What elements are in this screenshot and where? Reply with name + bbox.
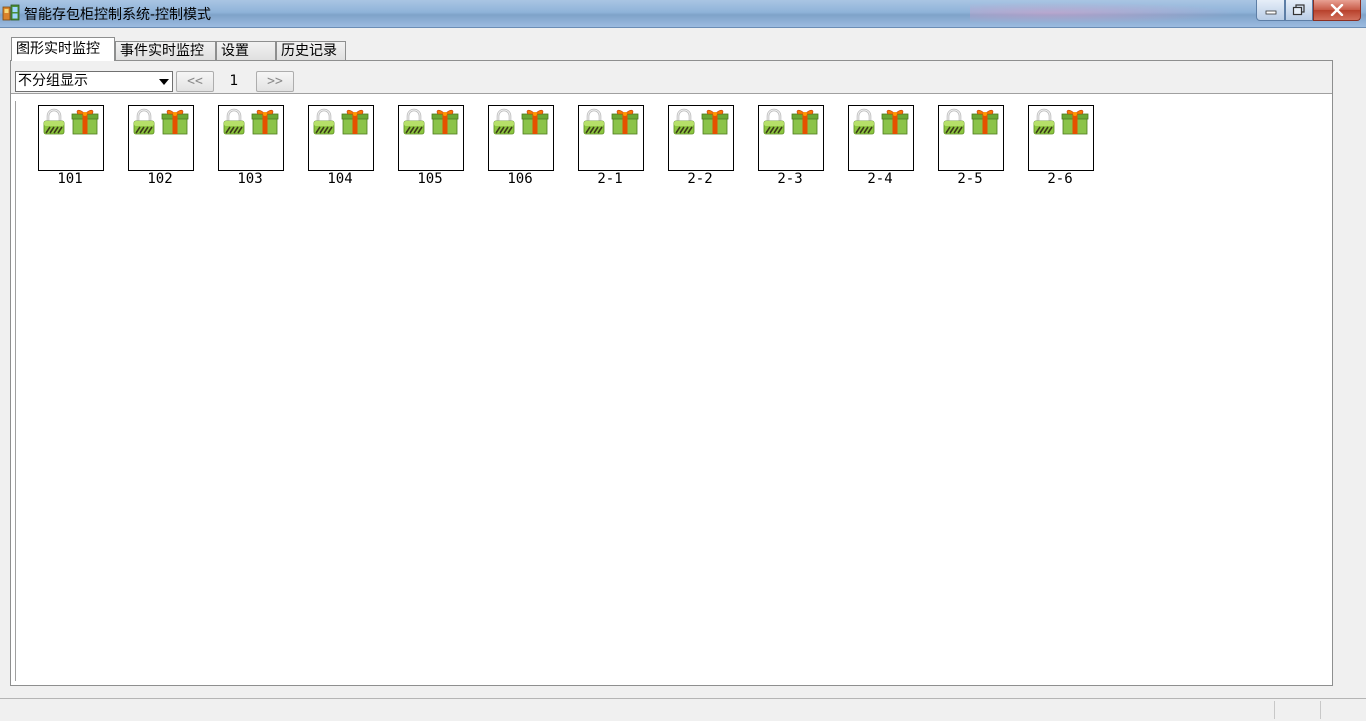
padlock-icon <box>43 108 65 135</box>
padlock-icon <box>493 108 515 135</box>
locker-label: 2-5 <box>957 171 983 187</box>
locker-label: 102 <box>147 171 173 187</box>
gift-box-icon <box>701 109 729 135</box>
locker-box[interactable] <box>758 105 824 171</box>
locker-item[interactable]: 104 <box>308 105 374 189</box>
locker-label: 104 <box>327 171 353 187</box>
locker-box[interactable] <box>38 105 104 171</box>
locker-item[interactable]: 2-3 <box>758 105 824 189</box>
locker-label: 2-2 <box>687 171 713 187</box>
locker-label: 101 <box>57 171 83 187</box>
gift-box-icon <box>1061 109 1089 135</box>
graphic-monitor-panel: 不分组显示 << 1 >> 101 102 103 104 105 106 2-… <box>10 60 1333 686</box>
locker-label: 2-1 <box>597 171 623 187</box>
padlock-icon <box>853 108 875 135</box>
locker-box[interactable] <box>488 105 554 171</box>
padlock-icon <box>763 108 785 135</box>
client-area: 图形实时监控 事件实时监控 设置 历史记录 不分组显示 << 1 >> 101 … <box>0 28 1366 698</box>
locker-box[interactable] <box>848 105 914 171</box>
locker-item[interactable]: 2-4 <box>848 105 914 189</box>
locker-box[interactable] <box>668 105 734 171</box>
status-pane <box>1274 701 1321 719</box>
locker-box[interactable] <box>308 105 374 171</box>
locker-box[interactable] <box>218 105 284 171</box>
locker-label: 2-6 <box>1047 171 1073 187</box>
gift-box-icon <box>791 109 819 135</box>
page-number: 1 <box>229 73 239 89</box>
padlock-icon <box>313 108 335 135</box>
locker-item[interactable]: 2-6 <box>1028 105 1094 189</box>
divider <box>15 101 16 681</box>
status-pane <box>1320 701 1365 719</box>
tab-history[interactable]: 历史记录 <box>276 41 346 60</box>
minimize-icon <box>1265 10 1276 15</box>
gift-box-icon <box>251 109 279 135</box>
minimize-button[interactable] <box>1256 0 1285 21</box>
tab-label: 事件实时监控 <box>120 43 204 59</box>
locker-label: 2-4 <box>867 171 893 187</box>
locker-box[interactable] <box>1028 105 1094 171</box>
locker-item[interactable]: 2-5 <box>938 105 1004 189</box>
locker-item[interactable]: 103 <box>218 105 284 189</box>
gift-box-icon <box>161 109 189 135</box>
padlock-icon <box>1033 108 1055 135</box>
padlock-icon <box>583 108 605 135</box>
gift-box-icon <box>611 109 639 135</box>
status-bar <box>0 698 1366 721</box>
group-select-value: 不分组显示 <box>18 73 88 89</box>
pager-toolbar: 不分组显示 << 1 >> <box>11 61 1332 94</box>
locker-label: 105 <box>417 171 443 187</box>
close-button[interactable] <box>1313 0 1361 21</box>
prev-page-button[interactable]: << <box>176 71 214 92</box>
padlock-icon <box>223 108 245 135</box>
locker-box[interactable] <box>578 105 644 171</box>
tab-event-monitor[interactable]: 事件实时监控 <box>115 41 216 60</box>
gift-box-icon <box>431 109 459 135</box>
gift-box-icon <box>71 109 99 135</box>
window-controls <box>1256 0 1361 22</box>
maximize-button[interactable] <box>1285 0 1313 21</box>
tab-label: 设置 <box>221 43 249 59</box>
locker-label: 103 <box>237 171 263 187</box>
close-icon <box>1330 4 1344 16</box>
gift-box-icon <box>341 109 369 135</box>
locker-label: 2-3 <box>777 171 803 187</box>
padlock-icon <box>403 108 425 135</box>
locker-item[interactable]: 106 <box>488 105 554 189</box>
gift-box-icon <box>881 109 909 135</box>
tab-label: 历史记录 <box>281 43 337 59</box>
padlock-icon <box>943 108 965 135</box>
locker-item[interactable]: 2-1 <box>578 105 644 189</box>
locker-box[interactable] <box>938 105 1004 171</box>
maximize-icon <box>1292 4 1305 16</box>
tab-graphic-monitor[interactable]: 图形实时监控 <box>11 37 115 61</box>
chevron-down-icon <box>159 79 169 85</box>
locker-item[interactable]: 105 <box>398 105 464 189</box>
tab-settings[interactable]: 设置 <box>216 41 276 60</box>
next-page-button[interactable]: >> <box>256 71 294 92</box>
locker-item[interactable]: 101 <box>38 105 104 189</box>
locker-box[interactable] <box>398 105 464 171</box>
padlock-icon <box>673 108 695 135</box>
app-cabinet-icon <box>2 4 20 21</box>
title-bar[interactable]: 智能存包柜控制系统-控制模式 <box>0 0 1366 28</box>
gift-box-icon <box>521 109 549 135</box>
title-bar-glow <box>970 2 1240 24</box>
locker-item[interactable]: 102 <box>128 105 194 189</box>
locker-label: 106 <box>507 171 533 187</box>
tab-label: 图形实时监控 <box>16 41 100 57</box>
locker-item[interactable]: 2-2 <box>668 105 734 189</box>
gift-box-icon <box>971 109 999 135</box>
window-title: 智能存包柜控制系统-控制模式 <box>24 7 212 23</box>
padlock-icon <box>133 108 155 135</box>
locker-box[interactable] <box>128 105 194 171</box>
group-display-select[interactable]: 不分组显示 <box>15 71 173 92</box>
